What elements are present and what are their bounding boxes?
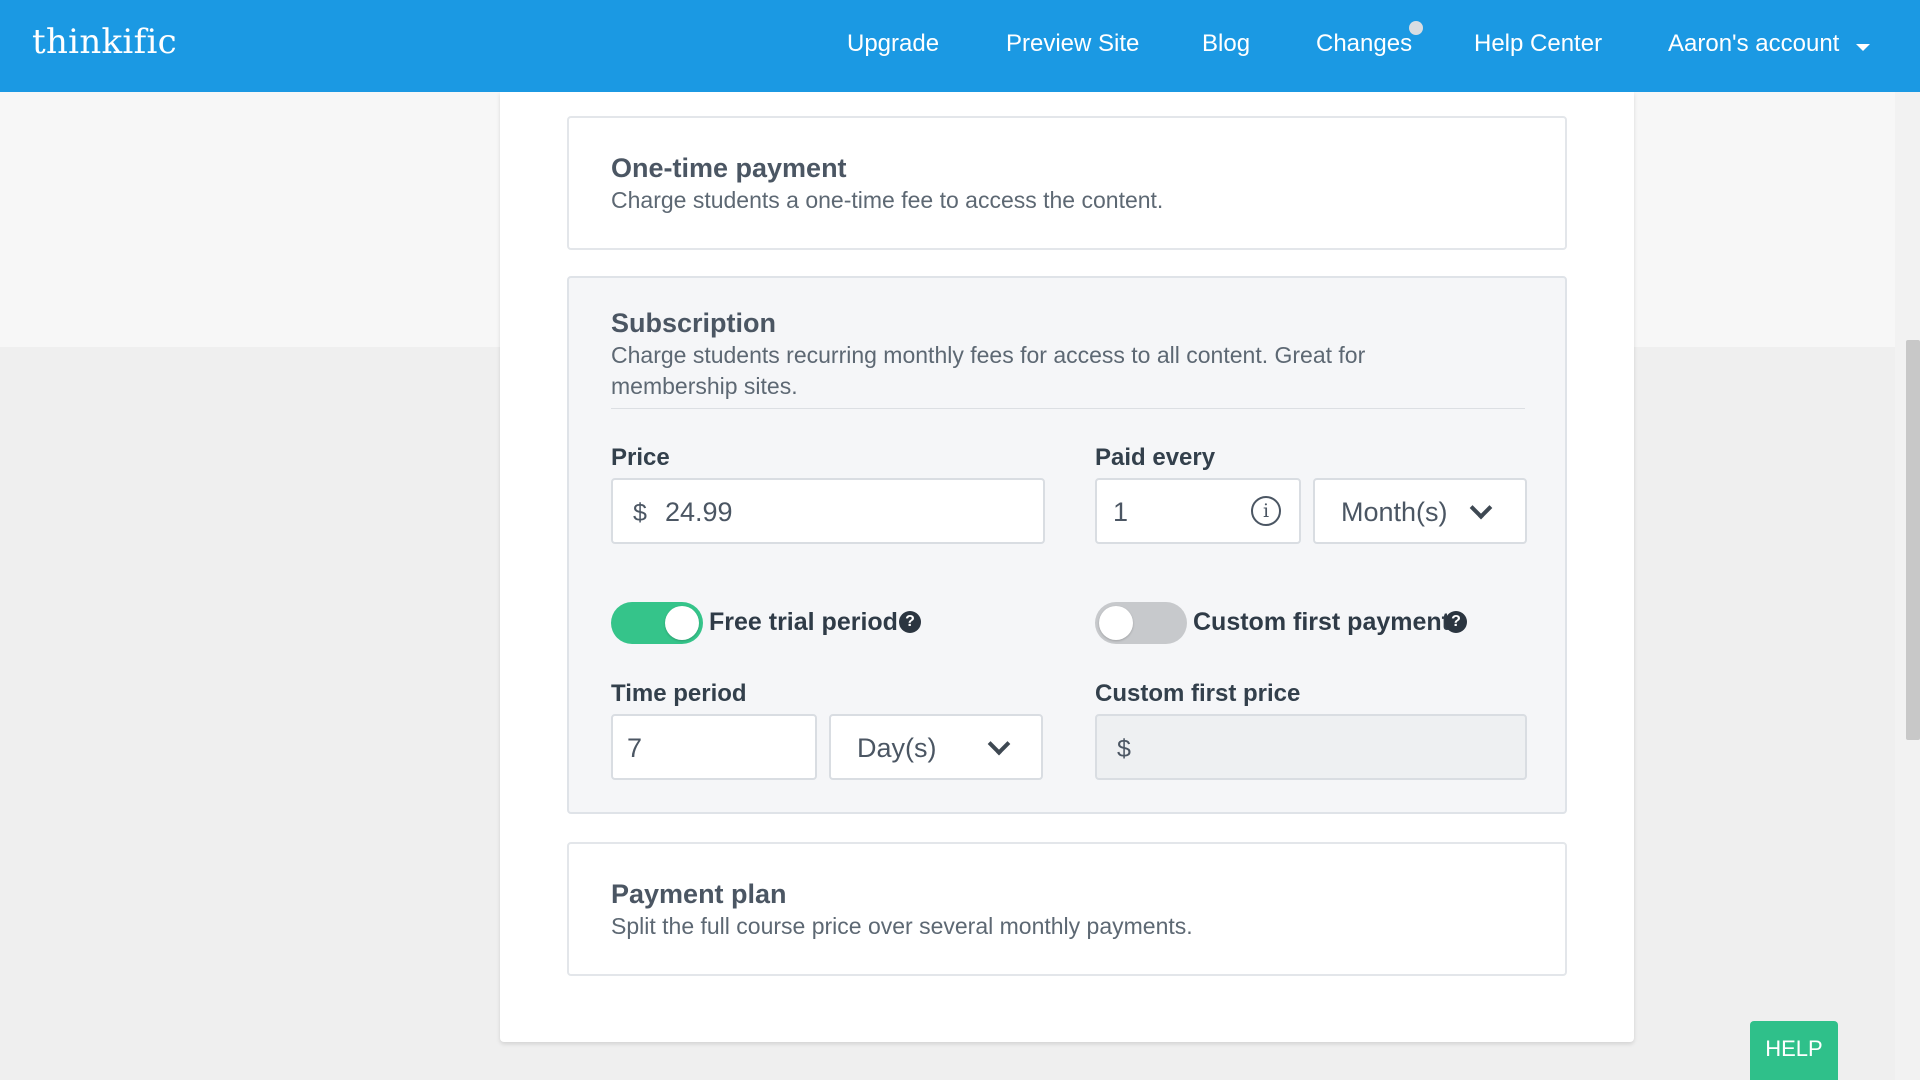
- toggle-knob: [665, 606, 699, 640]
- time-period-input[interactable]: 7: [611, 714, 817, 780]
- option-title: Subscription: [611, 308, 777, 338]
- nav-blog[interactable]: Blog: [1202, 30, 1250, 58]
- custom-first-price-input[interactable]: $: [1095, 714, 1527, 780]
- paid-every-value: 1: [1113, 497, 1129, 527]
- question-icon[interactable]: ?: [899, 611, 921, 633]
- paid-every-label: Paid every: [1095, 444, 1216, 471]
- option-one-time-payment[interactable]: One-time payment Charge students a one-t…: [567, 116, 1567, 250]
- option-subscription[interactable]: Subscription Charge students recurring m…: [567, 276, 1567, 814]
- currency-symbol: $: [633, 499, 647, 527]
- option-description: Charge students a one-time fee to access…: [611, 187, 1164, 213]
- time-period-value: 7: [627, 733, 643, 763]
- scrollbar-thumb[interactable]: [1906, 340, 1920, 740]
- nav-help-center[interactable]: Help Center: [1474, 30, 1602, 58]
- free-trial-label: Free trial period: [709, 608, 898, 636]
- price-input[interactable]: $ 24.99: [611, 478, 1045, 544]
- time-period-label: Time period: [611, 680, 747, 707]
- paid-every-unit-value: Month(s): [1341, 497, 1448, 527]
- nav-changes[interactable]: Changes: [1316, 30, 1412, 58]
- paid-every-input[interactable]: 1 i: [1095, 478, 1301, 544]
- question-icon[interactable]: ?: [1445, 611, 1467, 633]
- info-icon[interactable]: i: [1251, 496, 1281, 526]
- option-title: One-time payment: [611, 153, 847, 183]
- top-navigation-bar: thinkific Upgrade Preview Site Blog Chan…: [0, 0, 1920, 92]
- thinkific-logo[interactable]: thinkific: [32, 22, 177, 62]
- paid-every-unit-select[interactable]: Month(s): [1313, 478, 1527, 544]
- option-payment-plan[interactable]: Payment plan Split the full course price…: [567, 842, 1567, 976]
- option-title: Payment plan: [611, 879, 787, 909]
- free-trial-toggle[interactable]: [611, 602, 703, 644]
- option-description-line-1: Charge students recurring monthly fees f…: [611, 342, 1366, 368]
- notification-dot-icon: [1409, 21, 1423, 35]
- chevron-down-icon: [1469, 496, 1493, 520]
- price-value: 24.99: [665, 497, 733, 527]
- custom-first-payment-toggle[interactable]: [1095, 602, 1187, 644]
- toggle-knob: [1099, 606, 1133, 640]
- nav-account-menu[interactable]: Aaron's account: [1668, 30, 1839, 58]
- currency-symbol: $: [1117, 735, 1131, 763]
- price-label: Price: [611, 444, 670, 471]
- custom-first-price-label: Custom first price: [1095, 680, 1301, 707]
- time-period-unit-value: Day(s): [857, 733, 937, 763]
- caret-down-icon[interactable]: [1856, 44, 1870, 51]
- option-description-line-2: membership sites.: [611, 373, 798, 399]
- custom-first-payment-label: Custom first payment: [1193, 608, 1450, 636]
- option-description: Split the full course price over several…: [611, 913, 1193, 939]
- nav-preview-site[interactable]: Preview Site: [1006, 30, 1139, 58]
- divider: [611, 408, 1525, 409]
- chevron-down-icon: [987, 732, 1011, 756]
- help-button[interactable]: HELP: [1750, 1021, 1838, 1080]
- nav-upgrade[interactable]: Upgrade: [847, 30, 939, 58]
- time-period-unit-select[interactable]: Day(s): [829, 714, 1043, 780]
